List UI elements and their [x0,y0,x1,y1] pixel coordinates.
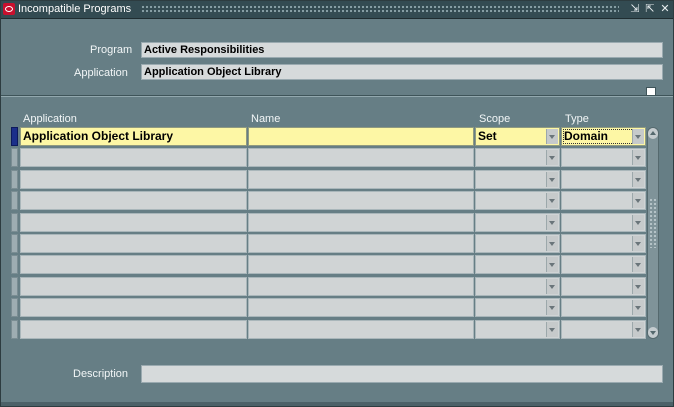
name-cell[interactable] [248,148,474,167]
application-cell[interactable] [20,320,247,339]
row-indicator[interactable] [11,277,18,296]
type-select[interactable]: Domain [561,127,646,146]
dropdown-arrow-icon[interactable] [546,129,558,144]
program-label: Program [90,44,133,56]
minimize-icon[interactable]: ⇲ [628,2,642,16]
dropdown-arrow-icon[interactable] [632,322,644,337]
type-select[interactable] [561,148,646,167]
dropdown-arrow-icon[interactable] [632,236,644,251]
type-select[interactable] [561,234,646,253]
application-cell[interactable] [20,255,247,274]
name-cell[interactable] [248,170,474,189]
name-cell[interactable] [248,234,474,253]
description-field[interactable] [141,365,663,383]
title-bar[interactable]: Incompatible Programs ⇲ ⇱ ✕ [1,1,673,19]
application-cell[interactable] [20,298,247,317]
application-cell[interactable] [20,213,247,232]
title-grip[interactable] [141,5,619,14]
dropdown-arrow-icon[interactable] [632,172,644,187]
application-cell[interactable] [20,170,247,189]
name-cell[interactable] [248,255,474,274]
row-indicator[interactable] [11,170,18,189]
dropdown-arrow-icon[interactable] [632,257,644,272]
window-bottom-edge [1,402,673,406]
application-field[interactable]: Application Object Library [141,64,663,80]
column-header-scope: Scope [479,113,511,125]
dropdown-arrow-icon[interactable] [546,172,558,187]
name-cell[interactable] [248,191,474,210]
dropdown-arrow-icon[interactable] [632,300,644,315]
row-indicator[interactable] [11,255,18,274]
scroll-down-icon[interactable] [648,327,658,338]
dropdown-arrow-icon[interactable] [546,215,558,230]
scope-select[interactable] [475,234,560,253]
separator [1,95,673,97]
dropdown-arrow-icon[interactable] [632,193,644,208]
scope-select[interactable] [475,277,560,296]
close-icon[interactable]: ✕ [658,2,672,16]
dropdown-arrow-icon[interactable] [632,129,644,144]
application-cell[interactable] [20,148,247,167]
scroll-up-icon[interactable] [648,128,658,139]
scope-select[interactable] [475,213,560,232]
dropdown-arrow-icon[interactable] [546,279,558,294]
scope-select[interactable] [475,298,560,317]
description-label: Description [73,368,129,380]
scope-select[interactable]: Set [475,127,560,146]
scope-select[interactable] [475,255,560,274]
type-select[interactable] [561,277,646,296]
name-cell[interactable] [248,213,474,232]
name-cell[interactable] [248,320,474,339]
dropdown-arrow-icon[interactable] [632,279,644,294]
application-cell[interactable] [20,191,247,210]
type-select[interactable] [561,191,646,210]
window-title: Incompatible Programs [18,3,132,15]
application-label: Application [74,67,128,79]
name-cell[interactable] [248,277,474,296]
dropdown-arrow-icon[interactable] [546,150,558,165]
name-cell[interactable] [248,298,474,317]
row-indicator[interactable] [11,191,18,210]
row-indicator[interactable] [11,148,18,167]
scope-select[interactable] [475,170,560,189]
name-cell[interactable] [248,127,474,146]
column-header-name: Name [251,113,281,125]
type-select[interactable] [561,298,646,317]
vertical-scrollbar[interactable] [647,127,659,339]
scope-select[interactable] [475,320,560,339]
dropdown-arrow-icon[interactable] [632,215,644,230]
maximize-icon[interactable]: ⇱ [643,2,657,16]
column-header-application: Application [23,113,77,125]
column-header-type: Type [565,113,589,125]
scroll-thumb[interactable] [649,198,657,248]
type-select[interactable] [561,170,646,189]
dropdown-arrow-icon[interactable] [632,150,644,165]
type-select[interactable] [561,320,646,339]
program-field[interactable]: Active Responsibilities [141,42,663,58]
dropdown-arrow-icon[interactable] [546,193,558,208]
type-select[interactable] [561,255,646,274]
dropdown-arrow-icon[interactable] [546,236,558,251]
row-indicator[interactable] [11,298,18,317]
incompatible-programs-window: Incompatible Programs ⇲ ⇱ ✕ Program Acti… [0,0,674,407]
row-indicator[interactable] [11,213,18,232]
dropdown-arrow-icon[interactable] [546,322,558,337]
application-cell[interactable] [20,277,247,296]
dropdown-arrow-icon[interactable] [546,257,558,272]
dropdown-arrow-icon[interactable] [546,300,558,315]
application-cell[interactable]: Application Object Library [20,127,247,146]
scope-select[interactable] [475,148,560,167]
row-indicator[interactable] [11,234,18,253]
type-select[interactable] [561,213,646,232]
row-indicator[interactable] [11,127,18,146]
scope-select[interactable] [475,191,560,210]
row-indicator[interactable] [11,320,18,339]
oracle-icon [3,3,15,15]
application-cell[interactable] [20,234,247,253]
